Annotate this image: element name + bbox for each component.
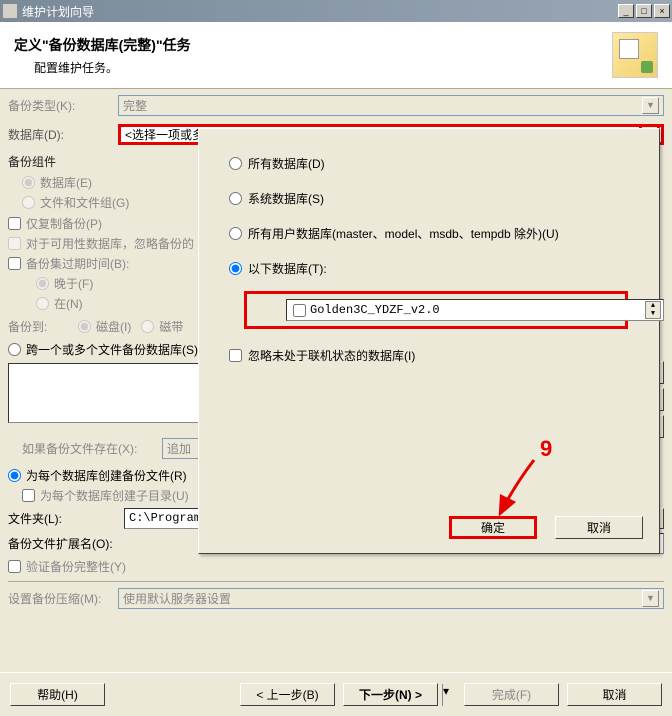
close-button[interactable]: × [654, 4, 670, 18]
backup-to-tape-radio: 磁带 [141, 318, 183, 335]
user-databases-radio[interactable]: 所有用户数据库(master、model、msdb、tempdb 除外)(U) [229, 225, 649, 242]
titlebar: 维护计划向导 _ □ × [0, 0, 672, 22]
these-databases-radio[interactable]: 以下数据库(T): [229, 260, 649, 277]
popup-cancel-button[interactable]: 取消 [555, 516, 643, 539]
database-list[interactable]: Golden3C_YDZF_v2.0 ▲▼ [286, 299, 664, 321]
back-button[interactable]: < 上一步(B) [240, 683, 335, 706]
list-spinner[interactable]: ▲▼ [645, 301, 661, 319]
system-databases-radio[interactable]: 系统数据库(S) [229, 190, 649, 207]
databases-dropdown-panel: 所有数据库(D) 系统数据库(S) 所有用户数据库(master、model、m… [198, 128, 660, 554]
wizard-header: 定义"备份数据库(完整)"任务 配置维护任务。 [0, 22, 672, 89]
backup-type-select: 完整 ▼ [118, 95, 664, 116]
window-title: 维护计划向导 [22, 3, 618, 20]
database-item-name: Golden3C_YDZF_v2.0 [310, 303, 440, 317]
header-icon [612, 32, 658, 78]
databases-label: 数据库(D): [8, 126, 118, 143]
header-title: 定义"备份数据库(完整)"任务 [14, 35, 612, 55]
wizard-footer: 帮助(H) < 上一步(B) 下一步(N) > ▾ 完成(F) 取消 [0, 672, 672, 716]
database-item-checkbox[interactable] [293, 304, 306, 317]
compression-label: 设置备份压缩(M): [8, 590, 118, 607]
folder-label: 文件夹(L): [8, 510, 118, 527]
popup-ok-button[interactable]: 确定 [449, 516, 537, 539]
compression-select: 使用默认服务器设置 ▼ [118, 588, 664, 609]
backup-to-disk-radio: 磁盘(I) [78, 318, 131, 335]
header-subtitle: 配置维护任务。 [34, 59, 612, 76]
minimize-button[interactable]: _ [618, 4, 634, 18]
extension-label: 备份文件扩展名(O): [8, 535, 118, 552]
app-icon [2, 3, 18, 19]
cancel-button[interactable]: 取消 [567, 683, 662, 706]
verify-integrity-checkbox[interactable]: 验证备份完整性(Y) [8, 558, 664, 575]
chevron-down-icon: ▼ [642, 97, 659, 114]
next-button[interactable]: 下一步(N) > [343, 683, 438, 706]
finish-button: 完成(F) [464, 683, 559, 706]
help-button[interactable]: 帮助(H) [10, 683, 105, 706]
chevron-down-icon: ▼ [642, 590, 659, 607]
all-databases-radio[interactable]: 所有数据库(D) [229, 155, 649, 172]
button-split-icon[interactable]: ▾ [442, 684, 456, 706]
ignore-offline-checkbox[interactable]: 忽略未处于联机状态的数据库(I) [229, 347, 649, 364]
if-exists-label: 如果备份文件存在(X): [22, 440, 162, 457]
backup-to-label: 备份到: [8, 318, 68, 335]
backup-type-label: 备份类型(K): [8, 97, 118, 114]
maximize-button[interactable]: □ [636, 4, 652, 18]
